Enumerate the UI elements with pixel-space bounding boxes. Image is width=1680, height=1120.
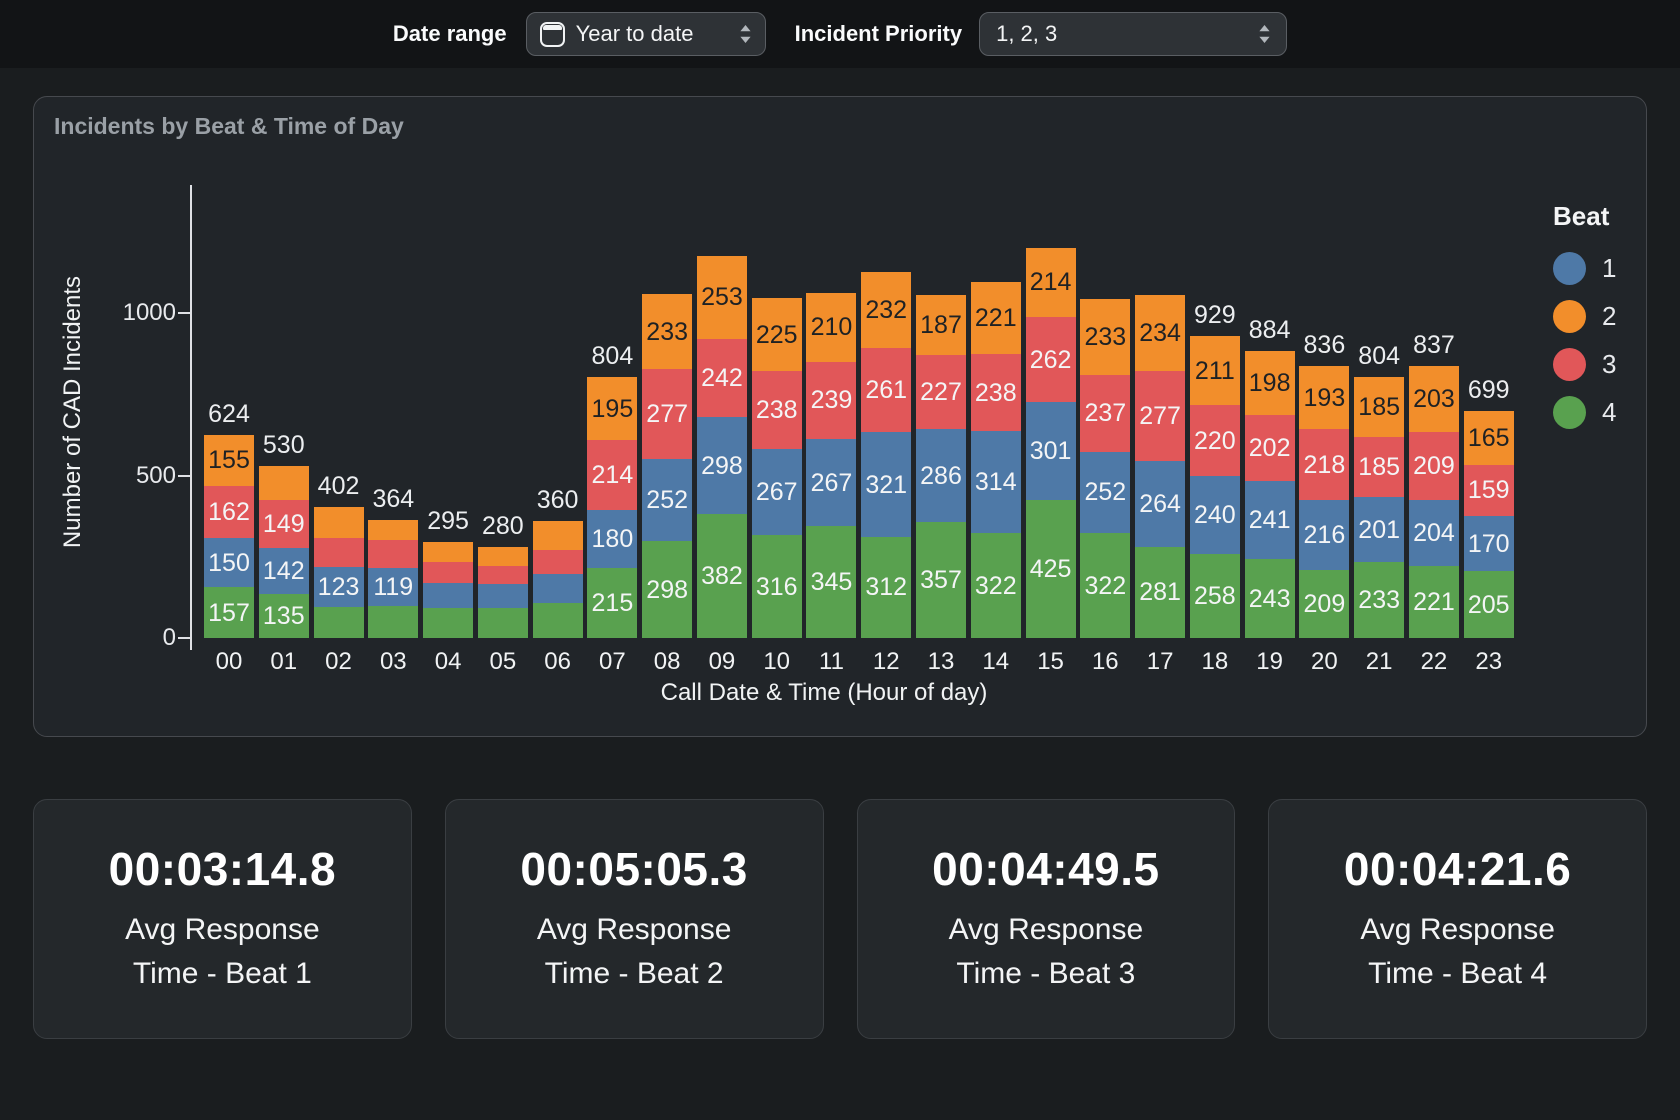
bar-segment-beat4-hour06[interactable] [533,603,583,638]
bar-segment-beat3-hour02[interactable] [314,538,364,568]
incident-priority-label: Incident Priority [795,21,962,47]
legend-swatch-beat-1[interactable] [1553,252,1586,285]
x-axis-label: Call Date & Time (Hour of day) [134,679,1514,707]
select-arrows-icon [738,23,753,45]
kpi-label: Avg Response Time - Beat 2 [508,908,760,996]
legend-title: Beat [1553,201,1609,232]
bar-value-label: 277 [634,399,700,429]
plot-area: Number of CAD Incidents05001000157150162… [34,97,1646,736]
y-tick-label: 1000 [64,299,176,327]
bar-segment-beat3-hour06[interactable] [533,550,583,574]
legend-label-beat-3[interactable]: 3 [1602,348,1616,381]
bar-segment-beat4-hour02[interactable] [314,607,364,638]
bar-segment-beat4-hour05[interactable] [478,608,528,638]
bar-value-label: 135 [251,601,317,631]
kpi-label: Avg Response Time - Beat 1 [96,908,348,996]
kpi-value: 00:05:05.3 [520,842,748,896]
bar-value-label: 159 [1456,475,1522,505]
bar-segment-beat2-hour05[interactable] [478,547,528,566]
kpi-row: 00:03:14.8 Avg Response Time - Beat 1 00… [33,799,1647,1039]
bar-segment-beat4-hour04[interactable] [423,608,473,638]
bar-value-label: 170 [1456,529,1522,559]
incident-priority-select[interactable]: 1, 2, 3 [979,12,1287,56]
x-tick-23: 23 [1454,648,1524,676]
date-range-label: Date range [393,21,507,47]
bar-total-label: 280 [466,511,540,541]
kpi-card-beat-2: 00:05:05.3 Avg Response Time - Beat 2 [445,799,824,1039]
bar-value-label: 253 [689,282,755,312]
bar-value-label: 301 [1018,436,1084,466]
chart-card: Incidents by Beat & Time of Day Number o… [33,96,1647,737]
bar-value-label: 233 [634,317,700,347]
kpi-label: Avg Response Time - Beat 4 [1332,908,1584,996]
kpi-card-beat-3: 00:04:49.5 Avg Response Time - Beat 3 [857,799,1236,1039]
bar-value-label: 119 [360,572,426,602]
bar-value-label: 149 [251,509,317,539]
bar-value-label: 165 [1456,423,1522,453]
select-arrows-icon [1257,23,1272,45]
y-axis-label: Number of CAD Incidents [59,182,89,642]
bar-segment-beat4-hour03[interactable] [368,606,418,638]
bar-total-label: 837 [1397,330,1471,360]
bar-value-label: 252 [634,485,700,515]
bar-segment-beat2-hour04[interactable] [423,542,473,562]
legend-label-beat-4[interactable]: 4 [1602,396,1616,429]
kpi-value: 00:04:21.6 [1344,842,1572,896]
kpi-card-beat-4: 00:04:21.6 Avg Response Time - Beat 4 [1268,799,1647,1039]
bar-value-label: 221 [963,303,1029,333]
y-tick-mark [178,475,190,477]
incident-priority-value: 1, 2, 3 [996,21,1257,47]
bar-value-label: 214 [1018,267,1084,297]
legend-swatch-beat-2[interactable] [1553,300,1586,333]
bar-value-label: 180 [579,524,645,554]
bar-value-label: 205 [1456,590,1522,620]
kpi-value: 00:03:14.8 [109,842,337,896]
bar-segment-beat1-hour05[interactable] [478,584,528,608]
y-tick-mark [178,637,190,639]
bar-segment-beat3-hour05[interactable] [478,566,528,584]
bar-segment-beat2-hour06[interactable] [533,521,583,550]
legend-swatch-beat-4[interactable] [1553,396,1586,429]
kpi-value: 00:04:49.5 [932,842,1160,896]
bar-total-label: 530 [247,430,321,460]
bar-value-label: 242 [689,363,755,393]
legend-label-beat-1[interactable]: 1 [1602,252,1616,285]
bar-segment-beat3-hour03[interactable] [368,540,418,568]
legend-swatch-beat-3[interactable] [1553,348,1586,381]
y-tick-label: 0 [64,624,176,652]
bar-segment-beat1-hour04[interactable] [423,583,473,608]
calendar-icon [540,22,565,47]
y-tick-label: 500 [64,462,176,490]
filter-toolbar: Date range Year to date Incident Priorit… [0,0,1680,68]
kpi-label: Avg Response Time - Beat 3 [920,908,1172,996]
legend-label-beat-2[interactable]: 2 [1602,300,1616,333]
bar-segment-beat1-hour06[interactable] [533,574,583,603]
bar-segment-beat3-hour04[interactable] [423,562,473,583]
bar-value-label: 238 [963,378,1029,408]
date-range-select[interactable]: Year to date [526,12,766,56]
bar-value-label: 314 [963,467,1029,497]
date-range-value: Year to date [576,21,738,47]
bar-total-label: 699 [1452,375,1526,405]
kpi-card-beat-1: 00:03:14.8 Avg Response Time - Beat 1 [33,799,412,1039]
bar-total-label: 624 [192,399,266,429]
y-tick-mark [178,312,190,314]
